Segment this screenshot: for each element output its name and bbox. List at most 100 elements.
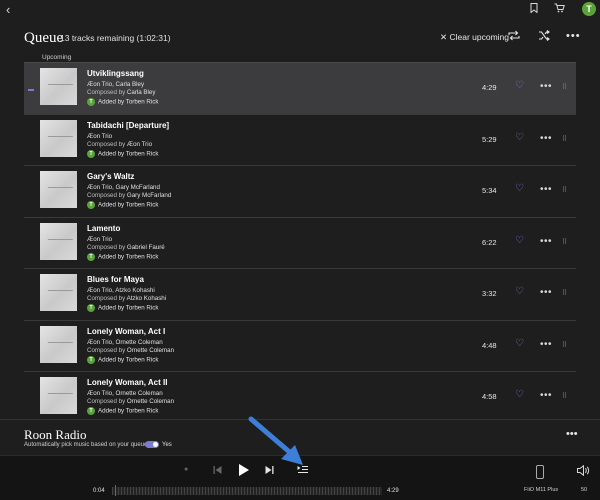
- album-art: [40, 171, 77, 208]
- track-duration: 4:58: [482, 392, 497, 401]
- radio-toggle[interactable]: [145, 441, 159, 448]
- track-title[interactable]: Blues for Maya: [87, 275, 144, 284]
- track-artist[interactable]: Æon Trio, Ornette Coleman: [87, 390, 163, 397]
- drag-handle-icon[interactable]: ⠿: [562, 186, 567, 194]
- heart-icon[interactable]: ♡: [515, 338, 524, 349]
- composer-link[interactable]: Ornette Coleman: [127, 398, 174, 405]
- track-length: 4:29: [387, 488, 399, 494]
- track-composer: Composed by Gabriel Fauré: [87, 243, 165, 251]
- clear-upcoming-button[interactable]: ✕ Clear upcoming: [440, 32, 509, 43]
- track-title[interactable]: Lonely Woman, Act II: [87, 378, 167, 387]
- more-options-icon[interactable]: •••: [540, 287, 552, 298]
- track-artist[interactable]: Æon Trio, Gary McFarland: [87, 184, 160, 191]
- track-duration: 5:29: [482, 134, 497, 144]
- user-avatar[interactable]: T: [582, 2, 596, 16]
- drag-handle-icon[interactable]: ⠿: [562, 392, 567, 400]
- track-row[interactable]: Lonely Woman, Act I Æon Trio, Ornette Co…: [24, 321, 576, 372]
- composer-link[interactable]: Atzko Kohashi: [127, 295, 167, 302]
- heart-icon[interactable]: ♡: [515, 286, 524, 297]
- album-art: [40, 377, 77, 414]
- heart-icon[interactable]: ♡: [515, 183, 524, 194]
- device-icon[interactable]: [536, 465, 544, 479]
- track-composer: Composed by Carla Bley: [87, 89, 156, 96]
- track-duration: 3:32: [482, 289, 497, 298]
- drag-handle-icon[interactable]: ⠿: [562, 341, 567, 349]
- waveform-seekbar[interactable]: [112, 487, 382, 495]
- shuffle-icon[interactable]: [538, 30, 550, 44]
- track-composer: Composed by Atzko Kohashi: [87, 295, 167, 302]
- composer-link[interactable]: Carla Bley: [127, 89, 156, 96]
- repeat-icon[interactable]: [508, 30, 520, 44]
- user-avatar: T: [87, 304, 95, 312]
- composer-link[interactable]: Gary McFarland: [127, 192, 171, 199]
- next-icon[interactable]: [265, 465, 274, 478]
- zone-name[interactable]: FiiO M11 Plus: [524, 487, 558, 493]
- previous-icon[interactable]: [213, 465, 222, 478]
- added-by: T Added by Torben Rick: [87, 149, 158, 158]
- now-playing-indicator: [28, 89, 34, 91]
- user-avatar: T: [87, 98, 95, 106]
- track-artist[interactable]: Æon Trio, Atzko Kohashi: [87, 287, 155, 294]
- bookmark-icon[interactable]: [530, 3, 538, 16]
- composer-link[interactable]: Ornette Coleman: [127, 347, 174, 354]
- playback-position: 0:04: [93, 488, 105, 494]
- track-artist[interactable]: Æon Trio, Carla Bley: [87, 81, 144, 88]
- added-by: T Added by Torben Rick: [87, 407, 158, 415]
- drag-handle-icon[interactable]: ⠿: [562, 83, 567, 91]
- more-options-icon[interactable]: •••: [540, 81, 552, 92]
- track-artist[interactable]: Æon Trio, Ornette Coleman: [87, 339, 163, 346]
- more-options-icon[interactable]: •••: [540, 339, 552, 350]
- more-options-icon[interactable]: •••: [566, 428, 578, 440]
- track-title[interactable]: Tabidachi [Departure]: [87, 121, 169, 130]
- composer-link[interactable]: Gabriel Fauré: [127, 244, 165, 251]
- more-options-icon[interactable]: •••: [540, 133, 552, 144]
- drag-handle-icon[interactable]: ⠿: [562, 289, 567, 297]
- track-duration: 4:48: [482, 340, 497, 350]
- top-bar: ‹ T: [0, 0, 600, 20]
- track-title[interactable]: Utviklingssang: [87, 69, 144, 78]
- track-composer: Composed by Gary McFarland: [87, 192, 172, 199]
- added-by: T Added by Torben Rick: [87, 98, 158, 106]
- album-art: [40, 222, 77, 260]
- user-avatar: T: [87, 149, 95, 158]
- track-title[interactable]: Lonely Woman, Act I: [87, 327, 165, 336]
- section-label: Upcoming: [42, 54, 72, 61]
- cart-icon[interactable]: [554, 3, 565, 16]
- track-duration: 6:22: [482, 237, 497, 247]
- added-by: T Added by Torben Rick: [87, 252, 158, 261]
- heart-icon[interactable]: ♡: [515, 235, 524, 246]
- album-art: [40, 119, 77, 157]
- radio-toggle-label: Yes: [162, 442, 172, 448]
- more-options-icon[interactable]: •••: [540, 236, 552, 247]
- more-options-icon[interactable]: •••: [540, 390, 552, 401]
- drag-handle-icon[interactable]: ⠿: [562, 135, 567, 143]
- volume-level: 50: [581, 487, 588, 493]
- radio-description: Automatically pick music based on your q…: [24, 442, 148, 448]
- track-title[interactable]: Lamento: [87, 224, 120, 233]
- track-row[interactable]: Lonely Woman, Act II Æon Trio, Ornette C…: [24, 372, 576, 419]
- track-artist[interactable]: Æon Trio: [87, 133, 112, 140]
- track-row[interactable]: Utviklingssang Æon Trio, Carla Bley Comp…: [24, 63, 576, 115]
- volume-icon[interactable]: [577, 464, 590, 479]
- track-row[interactable]: Lamento Æon Trio Composed by Gabriel Fau…: [24, 218, 576, 269]
- heart-icon[interactable]: ♡: [515, 389, 524, 400]
- more-options-icon[interactable]: •••: [540, 184, 552, 195]
- play-button[interactable]: [238, 463, 250, 480]
- track-title[interactable]: Gary's Waltz: [87, 172, 134, 181]
- track-row[interactable]: Gary's Waltz Æon Trio, Gary McFarland Co…: [24, 166, 576, 218]
- composer-link[interactable]: Æon Trio: [127, 141, 152, 148]
- track-row[interactable]: Tabidachi [Departure] Æon Trio Composed …: [24, 115, 576, 166]
- back-icon[interactable]: ‹: [6, 2, 10, 17]
- more-options-icon[interactable]: •••: [566, 30, 581, 42]
- playhead[interactable]: [115, 485, 116, 496]
- user-avatar: T: [87, 252, 95, 261]
- heart-icon[interactable]: ♡: [515, 132, 524, 143]
- added-by: T Added by Torben Rick: [87, 355, 158, 364]
- queue-icon[interactable]: [297, 465, 308, 477]
- radio-dot-icon[interactable]: ●: [184, 466, 188, 473]
- track-artist[interactable]: Æon Trio: [87, 236, 112, 243]
- page-title: Queue: [24, 30, 64, 46]
- drag-handle-icon[interactable]: ⠿: [562, 238, 567, 246]
- track-row[interactable]: Blues for Maya Æon Trio, Atzko Kohashi C…: [24, 269, 576, 321]
- heart-icon[interactable]: ♡: [515, 80, 524, 91]
